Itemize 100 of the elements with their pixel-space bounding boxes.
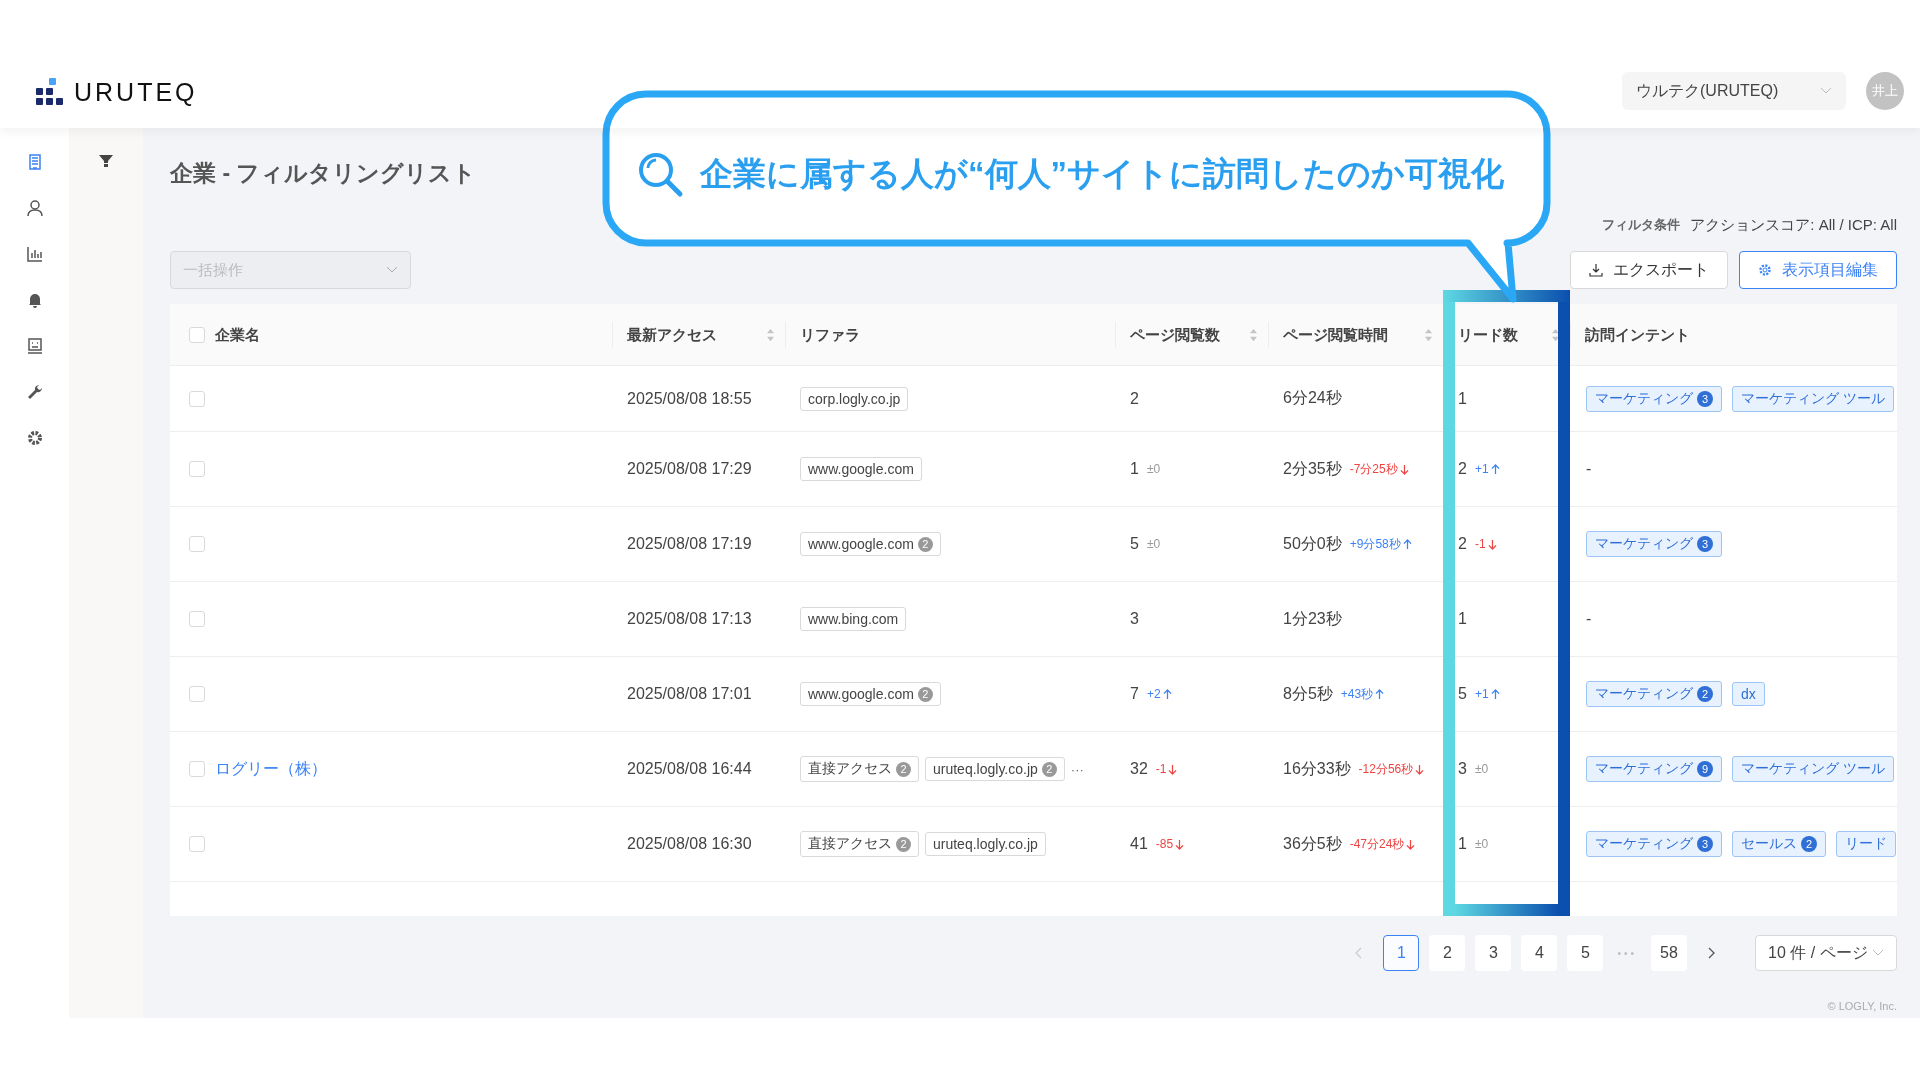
- table-cell: 2025/08/08 16:44: [627, 760, 752, 778]
- page-button[interactable]: 3: [1475, 935, 1512, 971]
- referrer-tag: www.google.com 2: [800, 532, 941, 556]
- select-all-checkbox[interactable]: [188, 327, 205, 343]
- table-cell: 2025/08/08 17:13: [627, 610, 752, 628]
- table-cell: 2025/08/08 17:01: [627, 685, 752, 703]
- table-cell-text: 50分0秒: [1283, 533, 1342, 554]
- table-cell: 1: [1130, 460, 1139, 478]
- referrer-tag: uruteq.logly.co.jp 2: [925, 757, 1065, 781]
- change-value: -1: [1155, 762, 1167, 776]
- organization-select[interactable]: ウルテク(URUTEQ): [1622, 72, 1846, 110]
- intent-tag: マーケティング ツール: [1732, 385, 1894, 412]
- table-cell: 1: [1458, 835, 1467, 853]
- logo-icon: [36, 78, 64, 106]
- intent-tag: マーケティング 3: [1586, 531, 1722, 557]
- row-checkbox[interactable]: [188, 836, 205, 852]
- row-checkbox[interactable]: [188, 686, 205, 702]
- settings-icon[interactable]: [25, 429, 44, 447]
- referrer-tag: www.google.com 2: [800, 682, 941, 706]
- row-checkbox[interactable]: [188, 536, 205, 552]
- arrow-down-icon: [1175, 838, 1185, 850]
- page-button[interactable]: 2: [1429, 935, 1466, 971]
- callout-text: 企業に属する人が“何人”サイトに訪問したのか可視化: [700, 154, 1504, 194]
- arrow-down-icon: [1406, 838, 1416, 850]
- filter-value: アクションスコア: All / ICP: All: [1690, 216, 1897, 235]
- row-checkbox[interactable]: [188, 390, 205, 407]
- sort-icon[interactable]: [1551, 328, 1560, 342]
- more-indicator[interactable]: ···: [1070, 761, 1084, 777]
- table-cell-text: 8分5秒: [1283, 683, 1333, 704]
- table-cell: 5: [1130, 535, 1139, 553]
- arrow-down-icon: [1487, 538, 1497, 550]
- page-button[interactable]: 5: [1567, 935, 1604, 971]
- filter-label: フィルタ条件: [1602, 216, 1681, 234]
- row-checkbox[interactable]: [188, 461, 205, 477]
- intent-tag: マーケティング 3: [1586, 385, 1722, 412]
- logo-text: URUTEQ: [74, 77, 198, 107]
- change-value: ±0: [1474, 837, 1489, 851]
- table-cell: -: [1586, 460, 1592, 478]
- table-cell: -: [1586, 610, 1592, 628]
- table-cell: 2: [1458, 460, 1467, 478]
- referrer-tag: www.google.com: [800, 457, 922, 481]
- intent-tag: セールス 2: [1732, 831, 1826, 857]
- export-button[interactable]: エクスポート: [1570, 251, 1728, 289]
- intent-tag: マーケティング 2: [1586, 681, 1722, 707]
- table-cell: 7: [1130, 685, 1139, 703]
- filter-icon[interactable]: [99, 154, 113, 168]
- table-cell: 3: [1130, 610, 1139, 628]
- arrow-up-icon: [1490, 463, 1500, 475]
- arrow-down-icon: [1168, 763, 1178, 775]
- change-value: -12分56秒: [1358, 760, 1414, 778]
- table-cell: 2: [1130, 389, 1139, 408]
- column-header: 最新アクセス: [627, 325, 717, 345]
- arrow-up-icon: [1490, 688, 1500, 700]
- page-button[interactable]: 1: [1383, 935, 1420, 971]
- monitor-icon[interactable]: [25, 337, 44, 355]
- intent-tag: dx: [1732, 682, 1765, 706]
- intent-tag: リード: [1836, 831, 1896, 857]
- edit-columns-button[interactable]: 表示項目編集: [1739, 251, 1897, 289]
- column-header: 企業名: [215, 325, 260, 345]
- intent-tag: マーケティング 3: [1586, 831, 1722, 857]
- chevron-down-icon: [1872, 949, 1884, 957]
- chevron-down-icon: [386, 266, 398, 274]
- intent-tag: マーケティング ツール: [1732, 756, 1894, 782]
- arrow-down-icon: [1399, 463, 1409, 475]
- table-cell-text: 36分5秒: [1283, 833, 1342, 854]
- table-cell-text: 6分24秒: [1283, 388, 1342, 408]
- change-value: +9分58秒: [1349, 535, 1401, 553]
- page-size-select[interactable]: 10 件 / ページ: [1755, 935, 1897, 971]
- download-icon: [1589, 263, 1603, 277]
- change-value: +2: [1146, 687, 1161, 701]
- person-icon[interactable]: [25, 199, 44, 217]
- bar-chart-icon[interactable]: [25, 245, 44, 263]
- change-value: ±0: [1474, 762, 1489, 776]
- column-header: ページ閲覧時間: [1283, 325, 1388, 345]
- table-cell: 41: [1130, 835, 1148, 853]
- row-checkbox[interactable]: [188, 761, 205, 777]
- table-cell: 32: [1130, 760, 1148, 778]
- copyright-text: © LOGLY, Inc.: [1827, 1000, 1897, 1012]
- page-button[interactable]: 4: [1521, 935, 1558, 971]
- change-value: +1: [1474, 687, 1489, 701]
- table-cell: 3: [1458, 760, 1467, 778]
- table-cell: 1: [1458, 389, 1467, 408]
- referrer-tag: uruteq.logly.co.jp: [925, 832, 1046, 856]
- company-link[interactable]: ログリー（株）: [215, 758, 327, 780]
- chevron-down-icon: [1820, 87, 1832, 95]
- arrow-up-icon: [1375, 688, 1385, 700]
- settings-icon: [1758, 263, 1772, 277]
- table-cell: 1: [1458, 610, 1467, 628]
- column-header: ページ閲覧数: [1130, 325, 1220, 345]
- change-value: -47分24秒: [1349, 835, 1405, 853]
- referrer-tag: 直接アクセス 2: [800, 756, 919, 782]
- change-value: ±0: [1146, 537, 1161, 551]
- table-cell: 2025/08/08 17:19: [627, 535, 752, 553]
- arrow-up-icon: [1162, 688, 1172, 700]
- change-value: ±0: [1146, 462, 1161, 476]
- arrow-up-icon: [1402, 538, 1412, 550]
- row-checkbox[interactable]: [188, 611, 205, 627]
- column-header: 訪問インテント: [1585, 325, 1690, 345]
- page-button[interactable]: 58: [1651, 935, 1687, 971]
- search-icon: [636, 150, 684, 198]
